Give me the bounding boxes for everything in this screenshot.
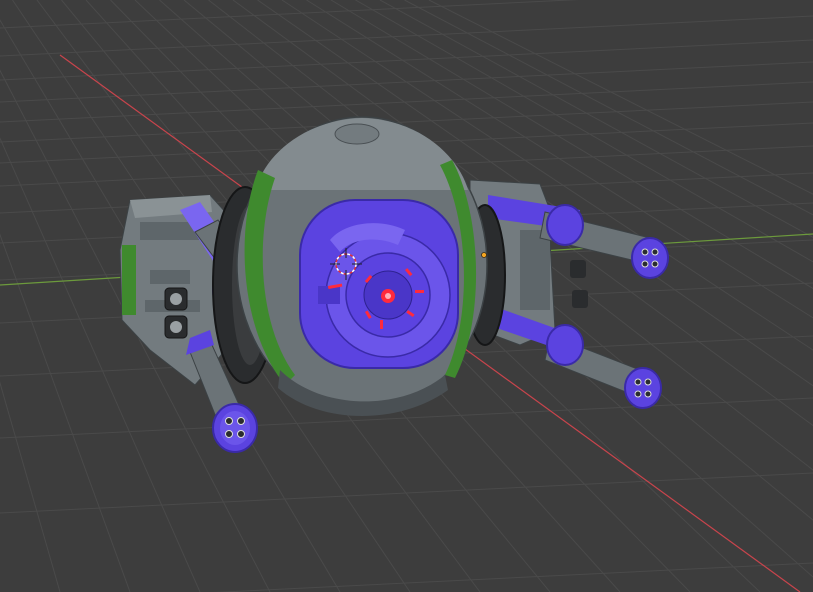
front-face-plate[interactable] <box>299 199 459 369</box>
grid-line <box>0 233 131 592</box>
grid-line <box>0 81 813 123</box>
right-lower-gatling[interactable] <box>488 305 662 409</box>
3d-viewport[interactable] <box>0 0 813 592</box>
origin-icon[interactable] <box>481 252 487 258</box>
robot-model[interactable] <box>119 116 669 453</box>
viewport-scene[interactable] <box>0 0 813 592</box>
